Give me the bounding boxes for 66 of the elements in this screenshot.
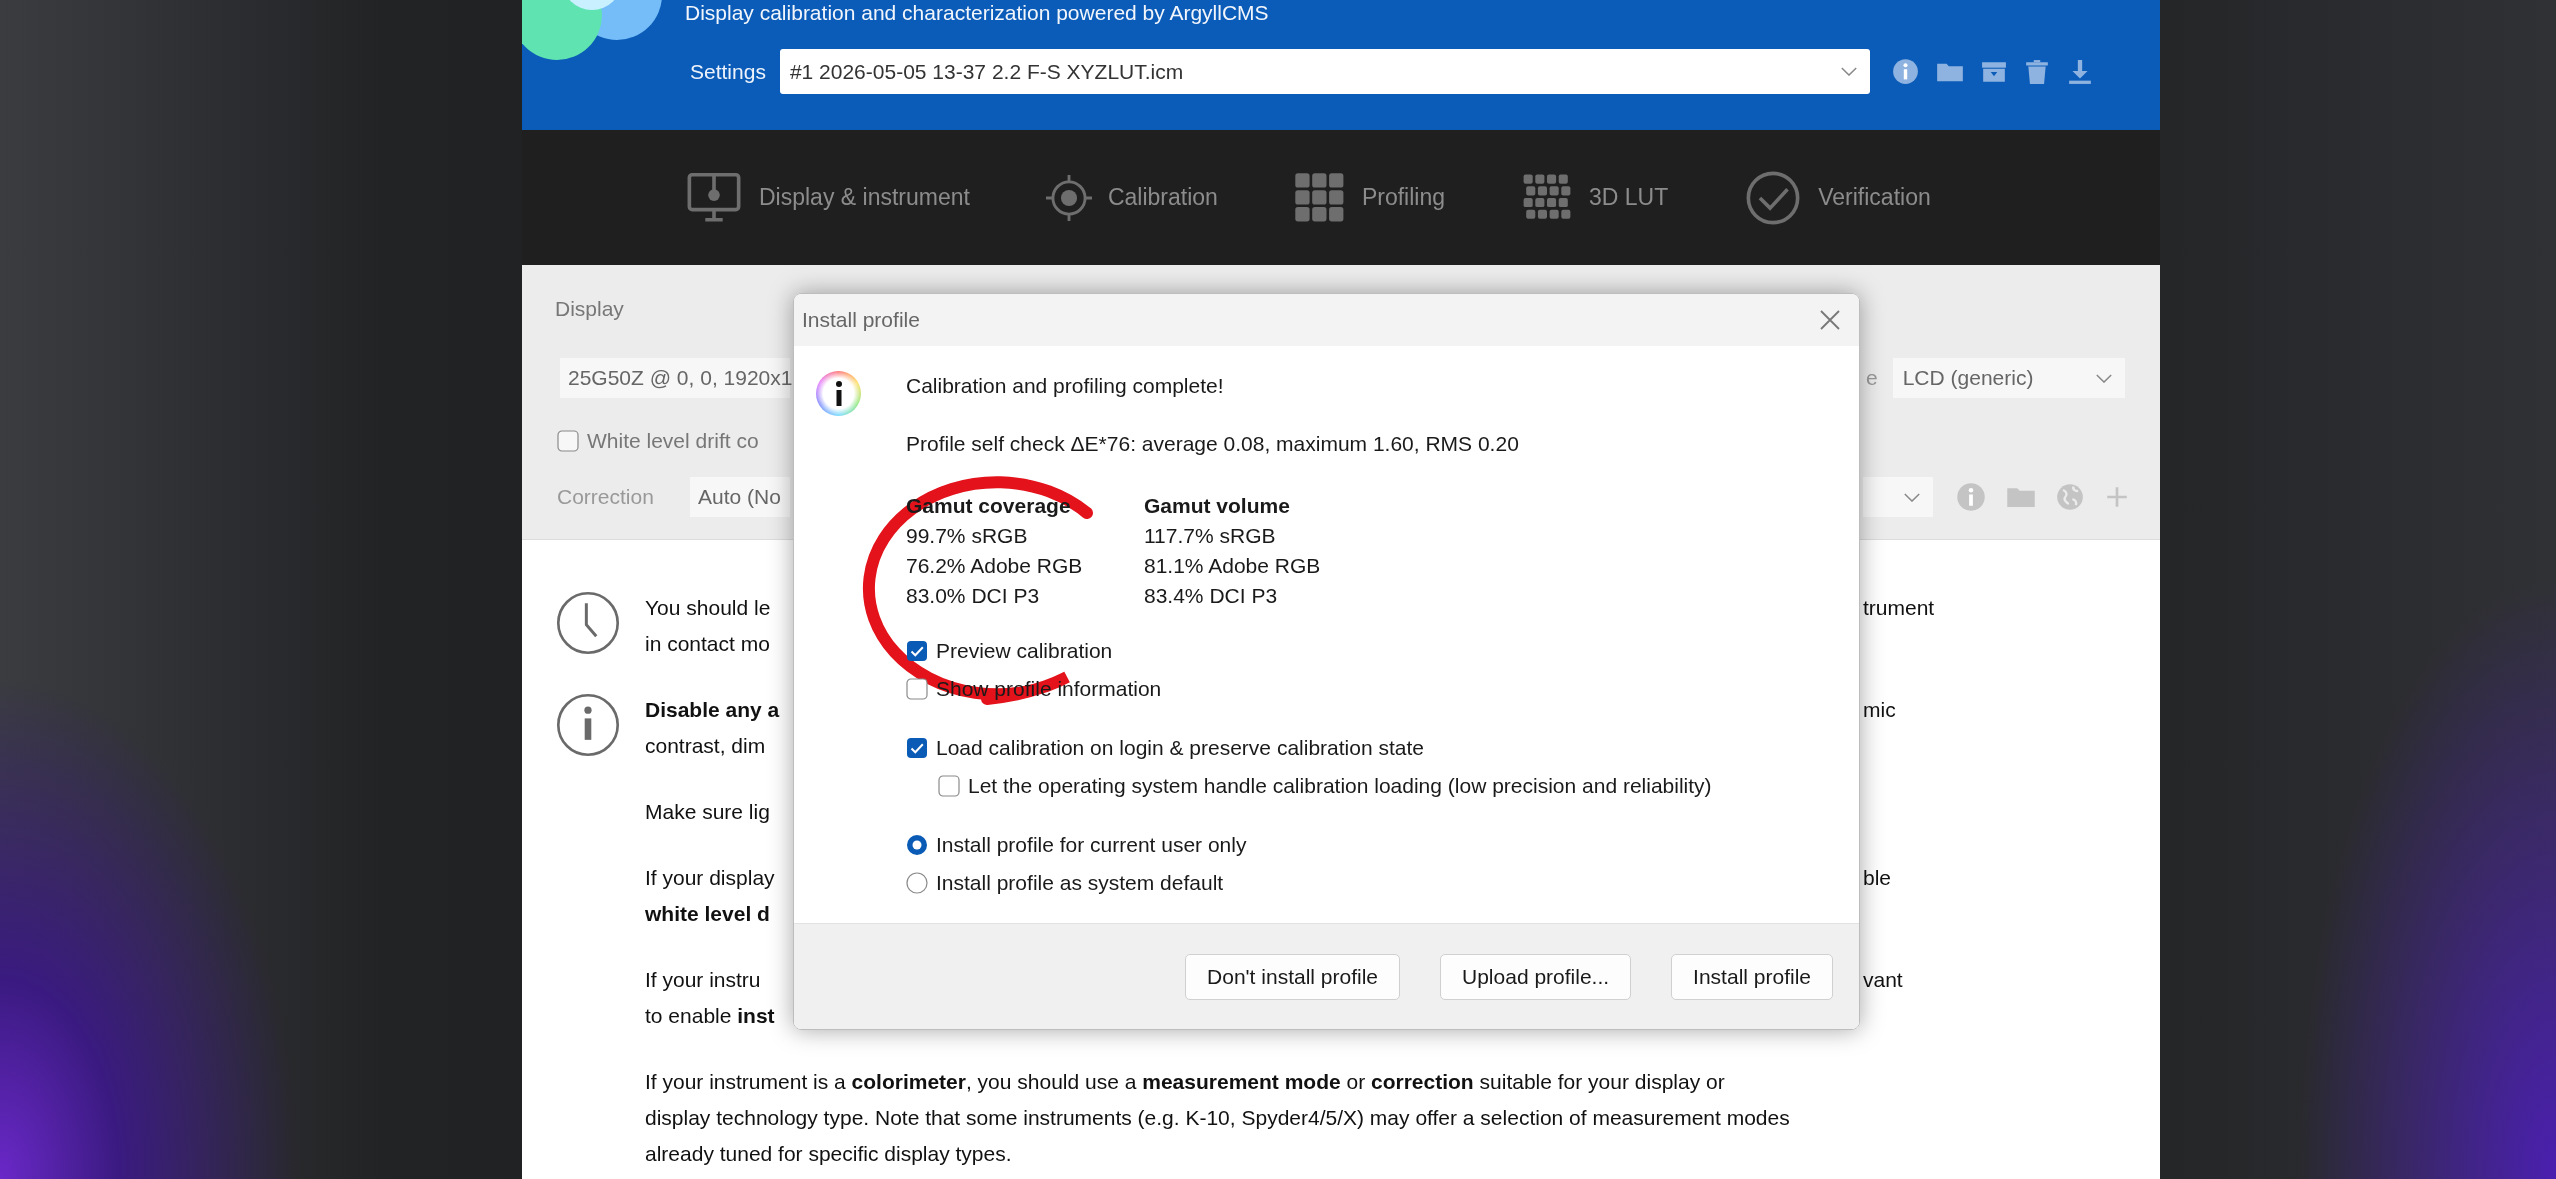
download-icon[interactable]: [2066, 58, 2093, 85]
radio-button[interactable]: [906, 872, 928, 894]
checkbox[interactable]: [906, 737, 928, 759]
checkbox-label: Preview calibration: [936, 639, 1113, 663]
radio-label: Install profile for current user only: [936, 833, 1247, 857]
checkbox-label: Let the operating system handle calibration loading (low precision and reliability): [968, 774, 1712, 798]
note-text: You should le: [645, 595, 771, 621]
dialog-button[interactable]: Don't install profile: [1185, 953, 1400, 1000]
close-icon[interactable]: [1819, 309, 1841, 331]
dialog-heading: Calibration and profiling complete!: [906, 373, 1225, 399]
gamut-value: 83.0% DCI P3: [906, 583, 1041, 609]
note-text: Disable any a: [645, 697, 780, 723]
note-text: trument: [1863, 595, 1935, 621]
note-text: contrast, dim: [645, 733, 766, 759]
gamut-value: 81.1% Adobe RGB: [1144, 553, 1322, 579]
grid-icon: [1293, 171, 1346, 224]
nav-tab[interactable]: Display & instrument: [685, 168, 970, 227]
gamut-value: 117.7% sRGB: [1144, 523, 1277, 549]
nav-tab[interactable]: 3D LUT: [1521, 171, 1669, 224]
app-subtitle: Display calibration and characterization powered by ArgyllCMS: [685, 0, 1269, 26]
note-paragraph: If your instrument is a colorimeter, you should use a measurement mode or correction suitable for your display or display technology type. Note that some instruments (e.g. K-10, Spyder4/5/X) may offer a selection of measurement modes already tuned for specific display types.: [645, 1069, 1790, 1167]
self-check-text: Profile self check ΔE*76: average 0.08, maximum 1.60, RMS 0.20: [906, 431, 1520, 457]
dialog-title: Install profile: [802, 308, 920, 332]
dialog-button[interactable]: Install profile: [1671, 953, 1833, 1000]
nav-tab[interactable]: Profiling: [1293, 171, 1445, 224]
nav-tab[interactable]: Calibration: [1045, 174, 1218, 221]
checkbox[interactable]: [557, 429, 579, 452]
section-title: Display: [555, 296, 624, 322]
note-text: white level d: [645, 901, 770, 927]
settings-label: Settings: [690, 59, 766, 84]
note-text: If your instru: [645, 967, 761, 993]
clock-icon: [555, 590, 621, 656]
checkbox-label: White level drift co: [587, 428, 759, 453]
gamut-title: Gamut volume: [1144, 493, 1291, 519]
nav-tab[interactable]: Verification: [1744, 168, 1931, 227]
note-text: vant: [1863, 967, 1903, 993]
note-text: mic: [1863, 697, 1896, 723]
trash-icon[interactable]: [2023, 58, 2050, 85]
radio-label: Install profile as system default: [936, 871, 1224, 895]
correction-dropdown[interactable]: Auto (No: [690, 477, 790, 517]
chevron-icon[interactable]: [2094, 373, 2113, 383]
note-text: in contact mo: [645, 631, 770, 657]
info-icon[interactable]: [1891, 58, 1919, 85]
mode-dropdown[interactable]: LCD (generic): [1892, 358, 2125, 398]
mode-label: e: [1866, 366, 1878, 390]
checkbox-label: Load calibration on login & preserve calibration state: [936, 736, 1424, 760]
settings-dropdown[interactable]: #1 2026-05-05 13-37 2.2 F-S XYZLUT.icm: [779, 49, 1870, 94]
checkbox[interactable]: [906, 640, 928, 662]
dialog-button[interactable]: Upload profile...: [1440, 953, 1632, 1000]
radio-button[interactable]: [906, 834, 928, 856]
note-text: Make sure lig: [645, 799, 770, 825]
checkbox[interactable]: [938, 775, 960, 797]
correction-label: Correction: [557, 485, 655, 509]
target-icon: [1045, 174, 1092, 221]
checkbox[interactable]: [906, 678, 928, 700]
info-icon: [816, 371, 861, 416]
gamut-value: 99.7% sRGB: [906, 523, 1029, 549]
chevron-icon[interactable]: [1839, 67, 1858, 76]
gamut-value: 76.2% Adobe RGB: [906, 553, 1084, 579]
chevron-icon[interactable]: [1903, 492, 1921, 502]
gamut-value: 83.4% DCI P3: [1144, 583, 1279, 609]
display-dropdown[interactable]: 25G50Z @ 0, 0, 1920x1: [560, 358, 790, 398]
note-text: ble: [1863, 865, 1892, 891]
note-text: to enable inst: [645, 1003, 775, 1029]
info-icon: [555, 692, 621, 758]
note-text: If your display: [645, 865, 775, 891]
